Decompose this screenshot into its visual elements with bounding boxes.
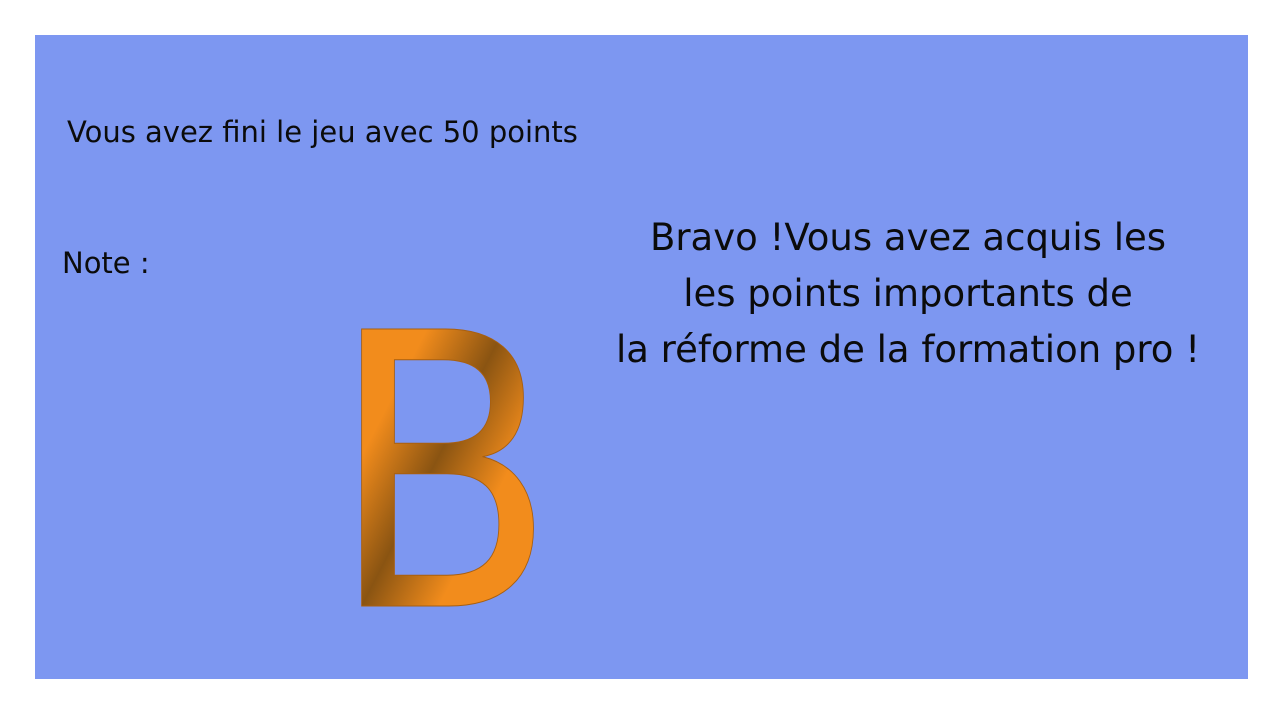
- message-line-1: Bravo !Vous avez acquis les: [649, 216, 1167, 259]
- score-text: Vous avez fini le jeu avec 50 points: [67, 115, 578, 149]
- congratulation-message: Bravo !Vous avez acquis les les points i…: [583, 210, 1233, 378]
- grade-letter-glyph: B: [329, 300, 557, 640]
- message-line-2: les points importants de: [683, 272, 1133, 315]
- grade-letter: B: [325, 300, 565, 640]
- note-label: Note :: [62, 246, 150, 280]
- results-panel: Vous avez fini le jeu avec 50 points Not…: [35, 35, 1248, 679]
- message-line-3: la réforme de la formation pro !: [615, 328, 1201, 371]
